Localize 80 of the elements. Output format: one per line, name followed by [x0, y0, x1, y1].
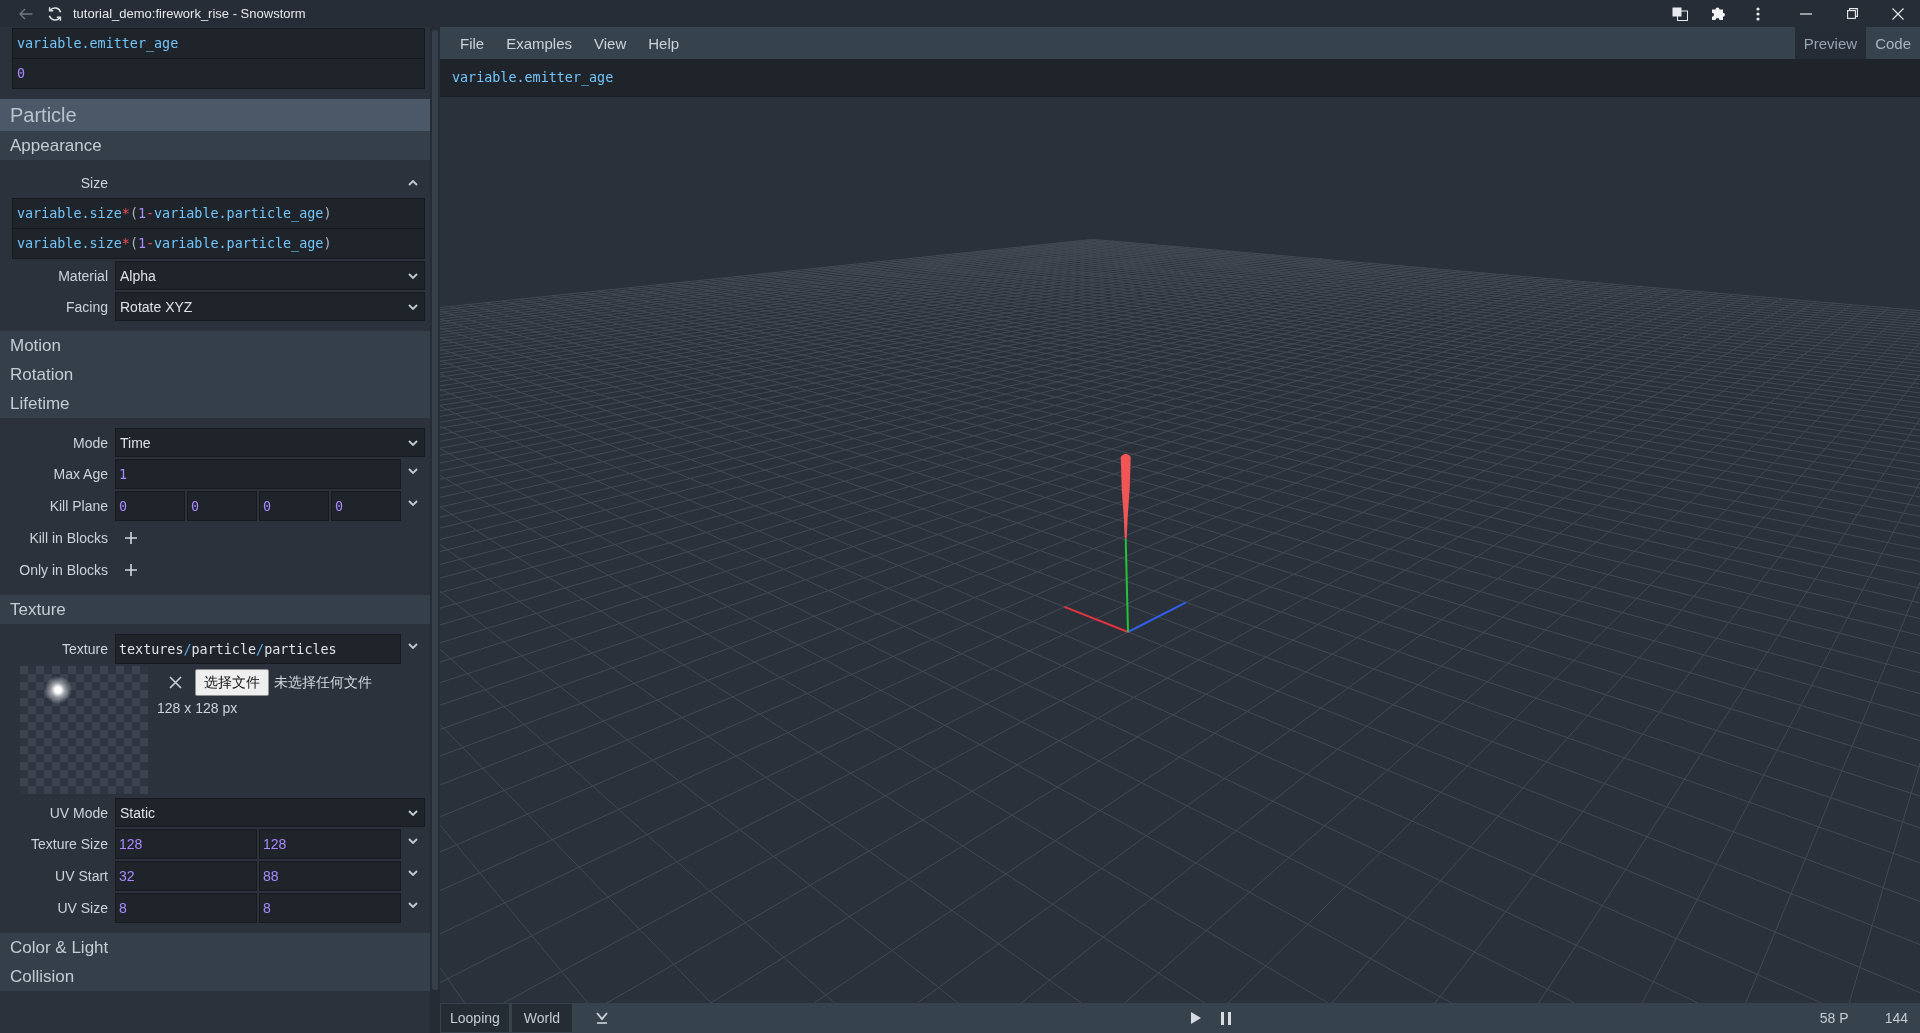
chevron-down-icon[interactable] — [408, 468, 418, 474]
chevron-down-icon[interactable] — [408, 439, 418, 446]
select-field[interactable]: Static — [115, 798, 425, 827]
restore-icon[interactable] — [1847, 8, 1858, 19]
field-label: UV Start — [55, 868, 108, 884]
chevron-down-icon[interactable] — [408, 870, 418, 876]
select-field[interactable]: Time — [115, 428, 425, 457]
collapse-down-icon[interactable] — [596, 1012, 609, 1024]
section-header[interactable]: Color & Light — [0, 933, 430, 962]
close-icon[interactable] — [169, 676, 182, 689]
field-label: UV Size — [57, 900, 108, 916]
view-tab[interactable]: Preview — [1794, 27, 1867, 59]
section-header[interactable]: Rotation — [0, 360, 430, 389]
puzzle-icon[interactable] — [1711, 6, 1726, 21]
section-header[interactable]: Collision — [0, 962, 430, 991]
mode-button[interactable]: Looping — [441, 1004, 509, 1032]
select-field[interactable]: Rotate XYZ — [115, 292, 425, 321]
chevron-down-icon[interactable] — [408, 272, 418, 279]
fps-text: 144 — [1884, 1010, 1908, 1026]
field-label: Size — [80, 175, 108, 191]
play-icon[interactable] — [1191, 1012, 1201, 1024]
input-field[interactable]: 0 — [115, 491, 185, 521]
section-header[interactable]: Lifetime — [0, 389, 430, 418]
input-field[interactable]: 128 — [259, 829, 401, 859]
mode-button[interactable]: World — [511, 1004, 573, 1032]
choose-file-button[interactable]: 选择文件 — [195, 669, 269, 696]
field-label: Only in Blocks — [19, 562, 108, 578]
menu-item[interactable]: Help — [637, 27, 691, 59]
field-label: Max Age — [53, 466, 108, 482]
reload-icon[interactable] — [47, 5, 63, 22]
input-field[interactable]: 0 — [331, 491, 401, 521]
chevron-down-icon[interactable] — [408, 500, 418, 506]
menu-item[interactable]: Examples — [495, 27, 584, 59]
input-field[interactable]: 1 — [115, 459, 401, 489]
close-icon[interactable] — [1892, 7, 1904, 20]
input-field[interactable]: 32 — [115, 861, 257, 891]
field-label: Mode — [72, 434, 108, 451]
section-header[interactable]: Motion — [0, 331, 430, 360]
chevron-down-icon[interactable] — [408, 902, 418, 908]
file-status-text: 未选择任何文件 — [274, 673, 372, 692]
window-title: tutorial_demo:firework_rise - Snowstorm — [73, 6, 306, 21]
category-header: Particle — [0, 99, 430, 131]
expression-text: variable.emitter_age — [452, 70, 614, 85]
plus-icon[interactable] — [125, 532, 137, 544]
minimize-icon[interactable] — [1800, 12, 1812, 15]
expression-field[interactable]: 0 — [13, 58, 424, 88]
pause-icon[interactable] — [1221, 1011, 1231, 1025]
menu-item[interactable]: File — [449, 27, 496, 59]
particle-count-text: 58 P — [1819, 1010, 1849, 1026]
expression-field[interactable]: variable.size*(1-variable.particle_age) — [13, 199, 424, 228]
field-label: Texture — [62, 641, 108, 657]
field-label: Kill Plane — [49, 498, 108, 514]
menu-item[interactable]: View — [583, 27, 638, 59]
expression-field[interactable]: variable.size*(1-variable.particle_age) — [13, 228, 424, 258]
back-arrow-icon[interactable] — [19, 7, 33, 20]
input-field[interactable]: 0 — [259, 491, 329, 521]
select-field[interactable]: Alpha — [115, 261, 425, 290]
field-label: UV Mode — [49, 804, 108, 821]
field-label: Texture Size — [30, 836, 108, 852]
section-header[interactable]: Texture — [0, 595, 430, 624]
chevron-down-icon[interactable] — [408, 838, 418, 844]
chevron-down-icon[interactable] — [408, 643, 418, 649]
more-options-icon[interactable] — [1756, 6, 1760, 21]
input-field[interactable]: 8 — [259, 893, 401, 923]
input-field[interactable]: 0 — [187, 491, 257, 521]
section-header[interactable]: Appearance — [0, 131, 430, 160]
chevron-down-icon[interactable] — [408, 809, 418, 816]
expression-field[interactable]: variable.emitter_age — [13, 29, 424, 58]
chevron-up-icon[interactable] — [408, 180, 418, 186]
field-label: Kill in Blocks — [29, 530, 108, 546]
field-label: Material — [58, 267, 108, 284]
input-field[interactable]: 88 — [259, 861, 401, 891]
texture-size-text: 128 x 128 px — [157, 700, 238, 716]
plus-icon[interactable] — [125, 564, 137, 576]
input-field[interactable]: textures/particle/particles — [115, 634, 401, 664]
translate-icon[interactable] — [1672, 6, 1688, 21]
chevron-down-icon[interactable] — [408, 303, 418, 310]
input-field[interactable]: 8 — [115, 893, 257, 923]
field-label: Facing — [65, 298, 108, 315]
input-field[interactable]: 128 — [115, 829, 257, 859]
